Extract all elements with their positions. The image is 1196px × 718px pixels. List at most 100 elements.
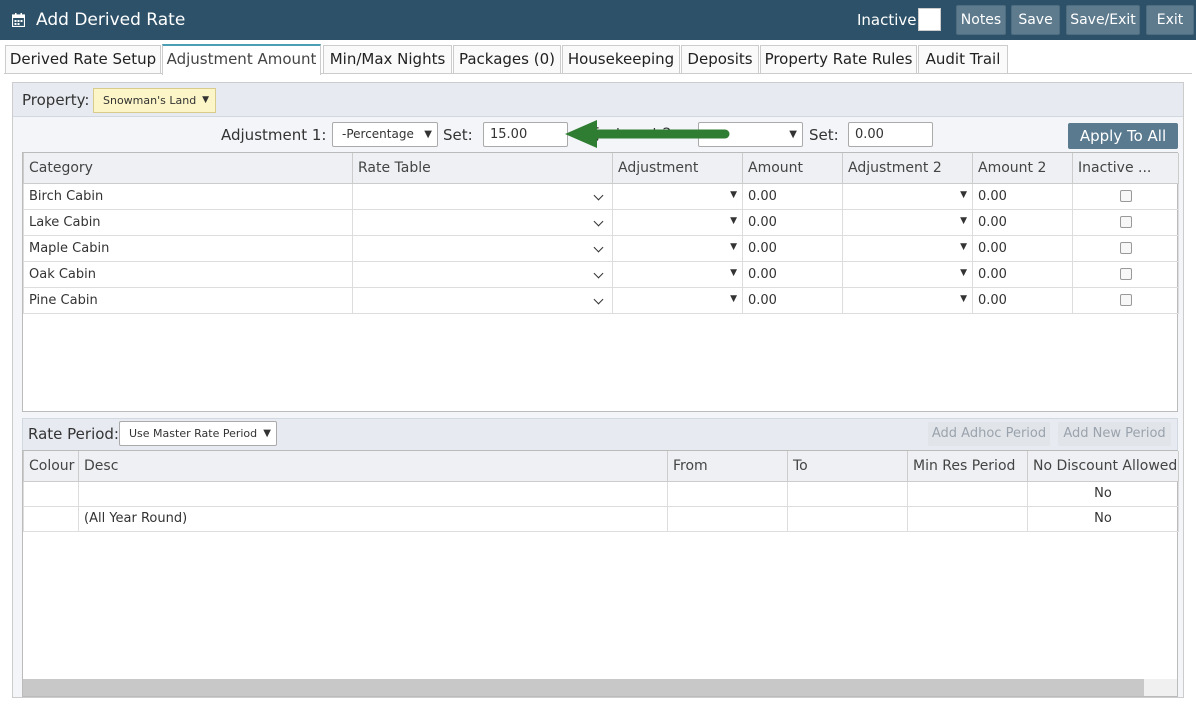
tab-property-rate-rules[interactable]: Property Rate Rules <box>760 45 917 74</box>
inactive-row-checkbox[interactable] <box>1119 268 1132 280</box>
category-cell: Maple Cabin <box>23 234 353 262</box>
tab-bar: Derived Rate Setup Adjustment Amount Min… <box>0 44 1196 75</box>
property-select-value: Snowman's Land <box>103 94 197 107</box>
column-header[interactable]: Amount 2 <box>972 153 1073 184</box>
amount-cell[interactable]: 0.00 <box>742 182 843 210</box>
rate-table-select[interactable] <box>352 260 613 288</box>
column-header[interactable]: Category <box>23 153 353 184</box>
column-header[interactable]: Adjustment <box>612 153 743 184</box>
inactive-checkbox[interactable] <box>918 8 941 31</box>
table-row: Oak Cabin 0.00 0.00 <box>23 260 1179 288</box>
column-header[interactable]: To <box>787 451 908 482</box>
adjustment2-select[interactable] <box>842 208 973 236</box>
column-header[interactable]: Adjustment 2 <box>842 153 973 184</box>
category-header-row: Category Rate Table Adjustment Amount Ad… <box>23 153 1179 184</box>
tab-min-max-nights[interactable]: Min/Max Nights <box>323 45 452 74</box>
table-row[interactable]: No <box>23 480 1179 507</box>
amount2-cell[interactable]: 0.00 <box>972 182 1073 210</box>
amount-cell[interactable]: 0.00 <box>742 260 843 288</box>
tab-audit-trail[interactable]: Audit Trail <box>918 45 1008 74</box>
tab-deposits[interactable]: Deposits <box>681 45 759 74</box>
amount2-cell[interactable]: 0.00 <box>972 208 1073 236</box>
adjustment2-select[interactable] <box>842 182 973 210</box>
tab-packages[interactable]: Packages (0) <box>453 45 561 74</box>
category-grid: Category Rate Table Adjustment Amount Ad… <box>22 152 1179 412</box>
desc-cell: (All Year Round) <box>78 505 668 532</box>
adjustment2-select[interactable] <box>842 260 973 288</box>
rate-table-select[interactable] <box>352 234 613 262</box>
apply-to-all-button[interactable]: Apply To All <box>1068 123 1178 149</box>
column-header[interactable]: Desc <box>78 451 668 482</box>
adjustment2-select[interactable] <box>842 234 973 262</box>
add-adhoc-period-button[interactable]: Add Adhoc Period <box>928 422 1050 446</box>
inactive-row-checkbox[interactable] <box>1119 190 1132 202</box>
table-row[interactable]: (All Year Round) No <box>23 505 1179 532</box>
inactive-cell <box>1072 234 1179 262</box>
amount-cell[interactable]: 0.00 <box>742 286 843 314</box>
no-discount-cell: No <box>1027 480 1179 507</box>
tab-adjustment-amount[interactable]: Adjustment Amount <box>162 44 321 75</box>
rate-table-select[interactable] <box>352 182 613 210</box>
tab-derived-rate-setup[interactable]: Derived Rate Setup <box>5 45 161 74</box>
column-header[interactable]: Amount <box>742 153 843 184</box>
notes-button[interactable]: Notes <box>956 5 1006 35</box>
adjustment-select[interactable] <box>612 260 743 288</box>
adjustment-select[interactable] <box>612 234 743 262</box>
horizontal-scrollbar[interactable] <box>23 679 1177 696</box>
period-header-row: Colour Desc From To Min Res Period No Di… <box>23 451 1179 482</box>
property-select[interactable]: Snowman's Land ▼ <box>93 88 216 113</box>
column-header[interactable]: Rate Table <box>352 153 613 184</box>
adjustment-select[interactable] <box>612 286 743 314</box>
set1-input[interactable]: 15.00 <box>483 122 568 147</box>
table-row: Lake Cabin 0.00 0.00 <box>23 208 1179 236</box>
set2-input[interactable]: 0.00 <box>848 122 933 147</box>
column-header[interactable]: From <box>667 451 788 482</box>
rate-table-select[interactable] <box>352 208 613 236</box>
column-header[interactable]: Inactive ... <box>1072 153 1179 184</box>
amount2-cell[interactable]: 0.00 <box>972 286 1073 314</box>
set2-label: Set: <box>809 126 839 144</box>
add-new-period-button[interactable]: Add New Period <box>1058 422 1171 446</box>
to-cell <box>787 505 908 532</box>
inactive-row-checkbox[interactable] <box>1119 294 1132 306</box>
adjustment1-select[interactable]: -Percentage ▼ <box>332 122 438 147</box>
exit-button[interactable]: Exit <box>1146 5 1194 35</box>
adjustment2-select[interactable] <box>842 286 973 314</box>
adjustment-select[interactable] <box>612 208 743 236</box>
adjustment-select[interactable] <box>612 182 743 210</box>
caret-down-icon: ▼ <box>424 129 432 140</box>
save-exit-button[interactable]: Save/Exit <box>1066 5 1140 35</box>
amount2-cell[interactable]: 0.00 <box>972 234 1073 262</box>
from-cell <box>667 505 788 532</box>
scrollbar-thumb[interactable] <box>23 679 1144 696</box>
category-cell: Birch Cabin <box>23 182 353 210</box>
amount-cell[interactable]: 0.00 <box>742 234 843 262</box>
adjustment1-label: Adjustment 1: <box>221 126 327 144</box>
inactive-cell <box>1072 208 1179 236</box>
column-header[interactable]: Colour <box>23 451 79 482</box>
min-res-cell <box>907 480 1028 507</box>
amount-cell[interactable]: 0.00 <box>742 208 843 236</box>
inactive-label: Inactive <box>857 11 917 29</box>
rate-period-select[interactable]: Use Master Rate Period ▼ <box>119 421 277 446</box>
adjustment1-select-value: -Percentage <box>342 127 414 141</box>
set1-label: Set: <box>443 126 473 144</box>
inactive-cell <box>1072 260 1179 288</box>
inactive-cell <box>1072 286 1179 314</box>
colour-cell <box>23 480 79 507</box>
column-header[interactable]: No Discount Allowed <box>1027 451 1179 482</box>
column-header[interactable]: Min Res Period <box>907 451 1028 482</box>
rate-period-label: Rate Period: <box>28 425 119 443</box>
caret-down-icon: ▼ <box>789 129 797 140</box>
save-button[interactable]: Save <box>1011 5 1060 35</box>
amount2-cell[interactable]: 0.00 <box>972 260 1073 288</box>
tab-housekeeping[interactable]: Housekeeping <box>562 45 680 74</box>
category-cell: Pine Cabin <box>23 286 353 314</box>
rate-table-select[interactable] <box>352 286 613 314</box>
min-res-cell <box>907 505 1028 532</box>
table-row: Maple Cabin 0.00 0.00 <box>23 234 1179 262</box>
category-cell: Lake Cabin <box>23 208 353 236</box>
table-row: Birch Cabin 0.00 0.00 <box>23 182 1179 210</box>
inactive-row-checkbox[interactable] <box>1119 242 1132 254</box>
inactive-row-checkbox[interactable] <box>1119 216 1132 228</box>
